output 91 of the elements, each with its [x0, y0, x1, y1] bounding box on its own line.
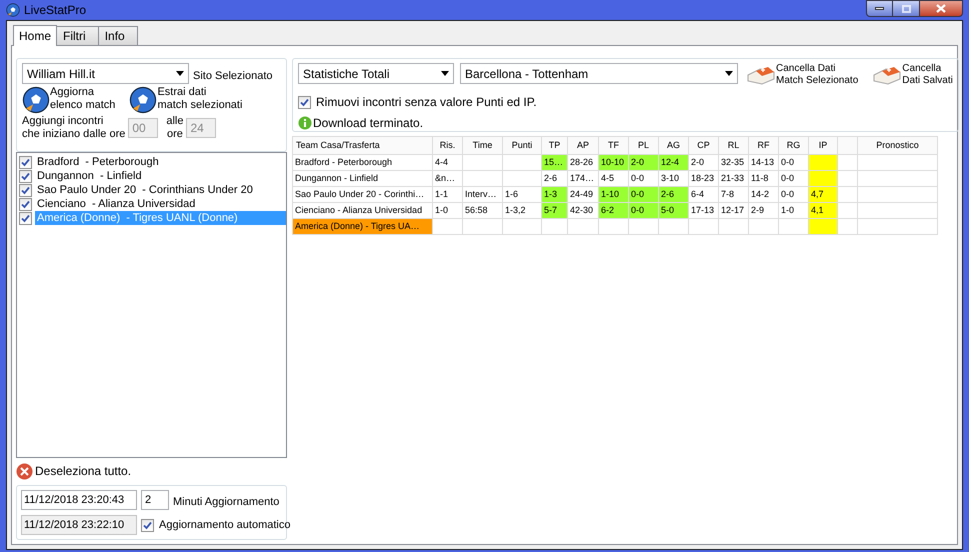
table-cell: 10-10 [598, 154, 628, 170]
close-icon [936, 4, 946, 13]
column-header[interactable]: Ris. [432, 136, 462, 154]
list-item[interactable]: Cienciano - Alianza Universidad [35, 197, 198, 211]
table-cell: 0-0 [628, 186, 658, 202]
table-cell: Bradford - Peterborough [292, 154, 432, 170]
status-text: Download terminato. [313, 115, 424, 132]
minimize-button[interactable] [866, 0, 893, 17]
input-field[interactable]: 11/12/2018 23:22:10 [21, 515, 137, 535]
column-header[interactable]: Pronostico [858, 136, 938, 154]
table-cell: 1-3 [542, 186, 568, 202]
checkbox[interactable] [19, 156, 32, 168]
table-cell: 15… [542, 154, 568, 170]
checkbox[interactable] [141, 518, 154, 532]
checkbox[interactable] [19, 198, 32, 210]
table-cell: 5-0 [658, 202, 688, 218]
column-header[interactable]: RG [778, 136, 808, 154]
table-cell: 174… [568, 170, 598, 186]
table-cell: 4,7 [808, 186, 838, 202]
ball-icon [22, 86, 50, 114]
deselect-all-button[interactable]: Deseleziona tutto. [16, 461, 287, 481]
table-cell: 21-33 [718, 170, 748, 186]
window-title: LiveStatPro [24, 2, 86, 19]
table-cell: 11-8 [748, 170, 778, 186]
column-header[interactable]: Team Casa/Trasferta [292, 136, 432, 154]
action-button[interactable]: Aggiorna elenco match [22, 86, 116, 114]
close-button[interactable] [919, 0, 963, 17]
column-header[interactable]: AP [568, 136, 598, 154]
table-cell: 14-13 [748, 154, 778, 170]
list-item[interactable]: Sao Paulo Under 20 - Corinthians Under 20 [35, 183, 255, 197]
checkbox[interactable] [298, 96, 311, 108]
input-field[interactable]: 2 [141, 490, 169, 510]
column-header[interactable]: CP [688, 136, 718, 154]
table-cell: 32-35 [718, 154, 748, 170]
table-cell: 6-4 [688, 186, 718, 202]
ball-icon [6, 3, 20, 17]
info-icon [298, 116, 312, 130]
label: Rimuovi incontri senza valore Punti ed IP. [316, 94, 537, 111]
table-cell: 56:58 [462, 202, 502, 218]
table-cell: 4,1 [808, 202, 838, 218]
table-cell: 1-1 [432, 186, 462, 202]
tab[interactable]: Home [13, 25, 58, 46]
checkbox[interactable] [19, 184, 32, 196]
table-cell: 2-9 [748, 202, 778, 218]
table-cell: &n… [432, 170, 462, 186]
column-header[interactable]: Punti [502, 136, 542, 154]
table-cell: Dungannon - Linfield [292, 170, 432, 186]
checkbox[interactable] [19, 212, 32, 224]
label: Aggiornamento automatico [159, 518, 290, 533]
table-cell: 12-17 [718, 202, 748, 218]
table-cell: 14-2 [748, 186, 778, 202]
caret-icon [441, 71, 449, 76]
dropdown[interactable]: Barcellona - Tottenham [460, 63, 738, 84]
column-header[interactable]: Time [462, 136, 502, 154]
input-field[interactable]: 11/12/2018 23:20:43 [21, 490, 137, 510]
table-cell: 0-0 [628, 202, 658, 218]
label: Sito Selezionato [193, 68, 272, 84]
table-cell: 7-8 [718, 186, 748, 202]
cancel-icon [16, 462, 33, 480]
table-cell: 6-2 [598, 202, 628, 218]
tab[interactable]: Filtri [57, 26, 99, 45]
dropdown[interactable]: Statistiche Totali [298, 63, 454, 84]
table-cell: Interv… [462, 186, 502, 202]
caret-icon [176, 71, 184, 76]
table-cell: 12-4 [658, 154, 688, 170]
table-cell: Sao Paulo Under 20 - Corinthi… [292, 186, 432, 202]
table-cell: 1-0 [432, 202, 462, 218]
caret-icon [725, 71, 733, 76]
maximize-button[interactable] [893, 0, 919, 17]
table-cell: 18-23 [688, 170, 718, 186]
label: Minuti Aggiornamento [173, 494, 280, 510]
column-header[interactable]: RL [718, 136, 748, 154]
checkbox[interactable] [19, 170, 32, 182]
table-cell: America (Donne) - Tigres UA… [292, 218, 432, 234]
dropdown[interactable]: William Hill.it [22, 63, 189, 84]
label: alle ore [166, 115, 184, 141]
table-cell: 2-6 [658, 186, 688, 202]
label: Aggiungi incontri che iniziano dalle ore [22, 115, 126, 141]
table-cell: 2-0 [628, 154, 658, 170]
tab[interactable]: Info [98, 26, 138, 45]
column-header[interactable]: RF [748, 136, 778, 154]
table-cell: 17-13 [688, 202, 718, 218]
table-cell: 4-4 [432, 154, 462, 170]
ball-icon [129, 86, 158, 114]
delete-button[interactable]: Cancella Dati Match Selezionato [746, 63, 858, 87]
delete-button[interactable]: Cancella Dati Salvati [872, 63, 953, 87]
table-cell: 1-10 [598, 186, 628, 202]
table-cell: 2-0 [688, 154, 718, 170]
list-item[interactable]: Dungannon - Linfield [35, 169, 144, 183]
list-item[interactable]: Bradford - Peterborough [35, 155, 161, 169]
table-cell: 5-7 [542, 202, 568, 218]
